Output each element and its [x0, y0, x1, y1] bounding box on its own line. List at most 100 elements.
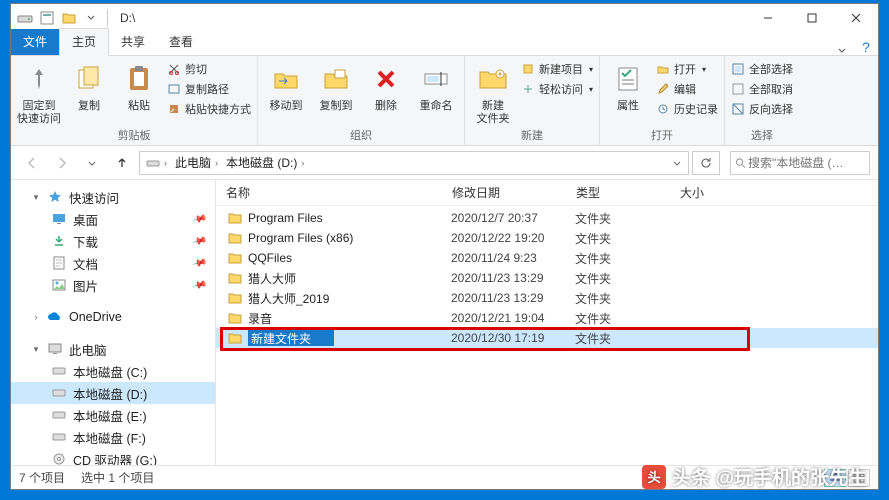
- file-name: [248, 330, 451, 346]
- tab-view[interactable]: 查看: [157, 29, 205, 55]
- nav-up-button[interactable]: [109, 150, 135, 176]
- file-type: 文件夹: [575, 210, 679, 227]
- selectnone-icon: [731, 82, 745, 96]
- crumb-drive[interactable]: 本地磁盘 (D:)›: [222, 154, 308, 171]
- copyto-button[interactable]: 复制到: [314, 60, 358, 113]
- moveto-button[interactable]: 移动到: [264, 60, 308, 113]
- ribbon-collapse-icon[interactable]: [830, 45, 854, 55]
- nav-quickaccess[interactable]: ▾快速访问: [11, 186, 215, 208]
- file-name: QQFiles: [248, 251, 451, 265]
- status-count: 7 个项目: [19, 469, 65, 486]
- nav-desktop[interactable]: 桌面📌: [11, 208, 215, 230]
- selectall-button[interactable]: 全部选择: [731, 60, 793, 78]
- tab-home[interactable]: 主页: [59, 28, 109, 56]
- shortcut-icon: [167, 102, 181, 116]
- history-button[interactable]: 历史记录: [656, 100, 718, 118]
- invert-button[interactable]: 反向选择: [731, 100, 793, 118]
- drive-icon: [51, 429, 67, 445]
- nav-downloads[interactable]: 下载📌: [11, 230, 215, 252]
- copypath-button[interactable]: 复制路径: [167, 80, 251, 98]
- crumb-thispc[interactable]: 此电脑›: [171, 154, 222, 171]
- ribbon-group-organize: 移动到 复制到 删除 重命名 组织: [258, 56, 465, 145]
- table-row[interactable]: Program Files2020/12/7 20:37文件夹: [216, 208, 878, 228]
- newfolder-button[interactable]: 新建 文件夹: [471, 60, 515, 125]
- open-button[interactable]: 打开▾: [656, 60, 718, 78]
- nav-recent-dropdown[interactable]: [79, 150, 105, 176]
- newitem-icon: [521, 62, 535, 76]
- pasteshortcut-button[interactable]: 粘贴快捷方式: [167, 100, 251, 118]
- file-date: 2020/12/7 20:37: [451, 211, 575, 225]
- ribbon-group-open: 属性 打开▾ 编辑 历史记录 打开: [600, 56, 725, 145]
- addr-dropdown-icon[interactable]: [668, 158, 686, 168]
- pin-icon: 📌: [191, 211, 207, 227]
- drive-icon: [51, 407, 67, 423]
- folder-icon: [226, 209, 244, 227]
- ribbon-group-new: 新建 文件夹 新建项目▾ 轻松访问▾ 新建: [465, 56, 600, 145]
- file-type: 文件夹: [575, 250, 679, 267]
- qat-props-icon[interactable]: [37, 8, 57, 28]
- refresh-button[interactable]: [692, 151, 720, 175]
- minimize-button[interactable]: [746, 4, 790, 32]
- edit-button[interactable]: 编辑: [656, 80, 718, 98]
- drive-icon: [15, 8, 35, 28]
- col-type[interactable]: 类型: [566, 184, 670, 201]
- nav-thispc[interactable]: ▾此电脑: [11, 338, 215, 360]
- drive-small-icon: [146, 156, 160, 170]
- rename-input[interactable]: [248, 330, 334, 346]
- status-selection: 选中 1 个项目: [81, 469, 154, 486]
- delete-button[interactable]: 删除: [364, 60, 408, 113]
- nav-onedrive[interactable]: ›OneDrive: [11, 306, 215, 328]
- col-date[interactable]: 修改日期: [442, 184, 566, 201]
- selectall-icon: [731, 62, 745, 76]
- file-date: 2020/11/24 9:23: [451, 251, 575, 265]
- tab-share[interactable]: 共享: [109, 29, 157, 55]
- nav-documents[interactable]: 文档📌: [11, 252, 215, 274]
- table-row[interactable]: 2020/12/30 17:19文件夹: [216, 328, 878, 348]
- close-button[interactable]: [834, 4, 878, 32]
- nav-drive-d[interactable]: 本地磁盘 (D:): [11, 382, 215, 404]
- maximize-button[interactable]: [790, 4, 834, 32]
- file-date: 2020/12/21 19:04: [451, 311, 575, 325]
- nav-drive-g[interactable]: CD 驱动器 (G:): [11, 448, 215, 465]
- watermark-icon: 头: [642, 465, 666, 489]
- cut-button[interactable]: 剪切: [167, 60, 251, 78]
- col-name[interactable]: 名称: [216, 184, 442, 201]
- nav-drive-c[interactable]: 本地磁盘 (C:): [11, 360, 215, 382]
- file-name: 猎人大师: [248, 270, 451, 287]
- nav-drive-e[interactable]: 本地磁盘 (E:): [11, 404, 215, 426]
- search-box[interactable]: [730, 151, 870, 175]
- table-row[interactable]: 猎人大师_20192020/11/23 13:29文件夹: [216, 288, 878, 308]
- col-size[interactable]: 大小: [670, 184, 750, 201]
- cd-icon: [51, 451, 67, 465]
- nav-forward-button[interactable]: [49, 150, 75, 176]
- qat-dropdown-icon[interactable]: [81, 8, 101, 28]
- nav-pane: ▾快速访问 桌面📌 下载📌 文档📌 图片📌 ›OneDrive ▾此电脑 本地磁…: [11, 180, 216, 465]
- window-title: D:\: [114, 11, 135, 25]
- nav-drive-f[interactable]: 本地磁盘 (F:): [11, 426, 215, 448]
- search-input[interactable]: [746, 155, 865, 171]
- table-row[interactable]: QQFiles2020/11/24 9:23文件夹: [216, 248, 878, 268]
- edit-icon: [656, 82, 670, 96]
- paste-button[interactable]: 粘贴: [117, 60, 161, 113]
- table-row[interactable]: 猎人大师2020/11/23 13:29文件夹: [216, 268, 878, 288]
- pin-quickaccess-button[interactable]: 固定到 快速访问: [17, 60, 61, 125]
- search-icon: [735, 157, 746, 169]
- selectnone-button[interactable]: 全部取消: [731, 80, 793, 98]
- nav-pictures[interactable]: 图片📌: [11, 274, 215, 296]
- scissors-icon: [167, 62, 181, 76]
- desktop-icon: [51, 211, 67, 227]
- nav-back-button[interactable]: [19, 150, 45, 176]
- rename-button[interactable]: 重命名: [414, 60, 458, 113]
- newitem-button[interactable]: 新建项目▾: [521, 60, 593, 78]
- copy-button[interactable]: 复制: [67, 60, 111, 113]
- table-row[interactable]: 录音2020/12/21 19:04文件夹: [216, 308, 878, 328]
- breadcrumb[interactable]: › 此电脑› 本地磁盘 (D:)›: [139, 151, 689, 175]
- qat-newfolder-icon[interactable]: [59, 8, 79, 28]
- table-row[interactable]: Program Files (x86)2020/12/22 19:20文件夹: [216, 228, 878, 248]
- file-type: 文件夹: [575, 290, 679, 307]
- column-headers: 名称 修改日期 类型 大小: [216, 180, 878, 206]
- tab-file[interactable]: 文件: [11, 29, 59, 55]
- properties-button[interactable]: 属性: [606, 60, 650, 113]
- help-icon[interactable]: ?: [854, 39, 878, 55]
- easyaccess-button[interactable]: 轻松访问▾: [521, 80, 593, 98]
